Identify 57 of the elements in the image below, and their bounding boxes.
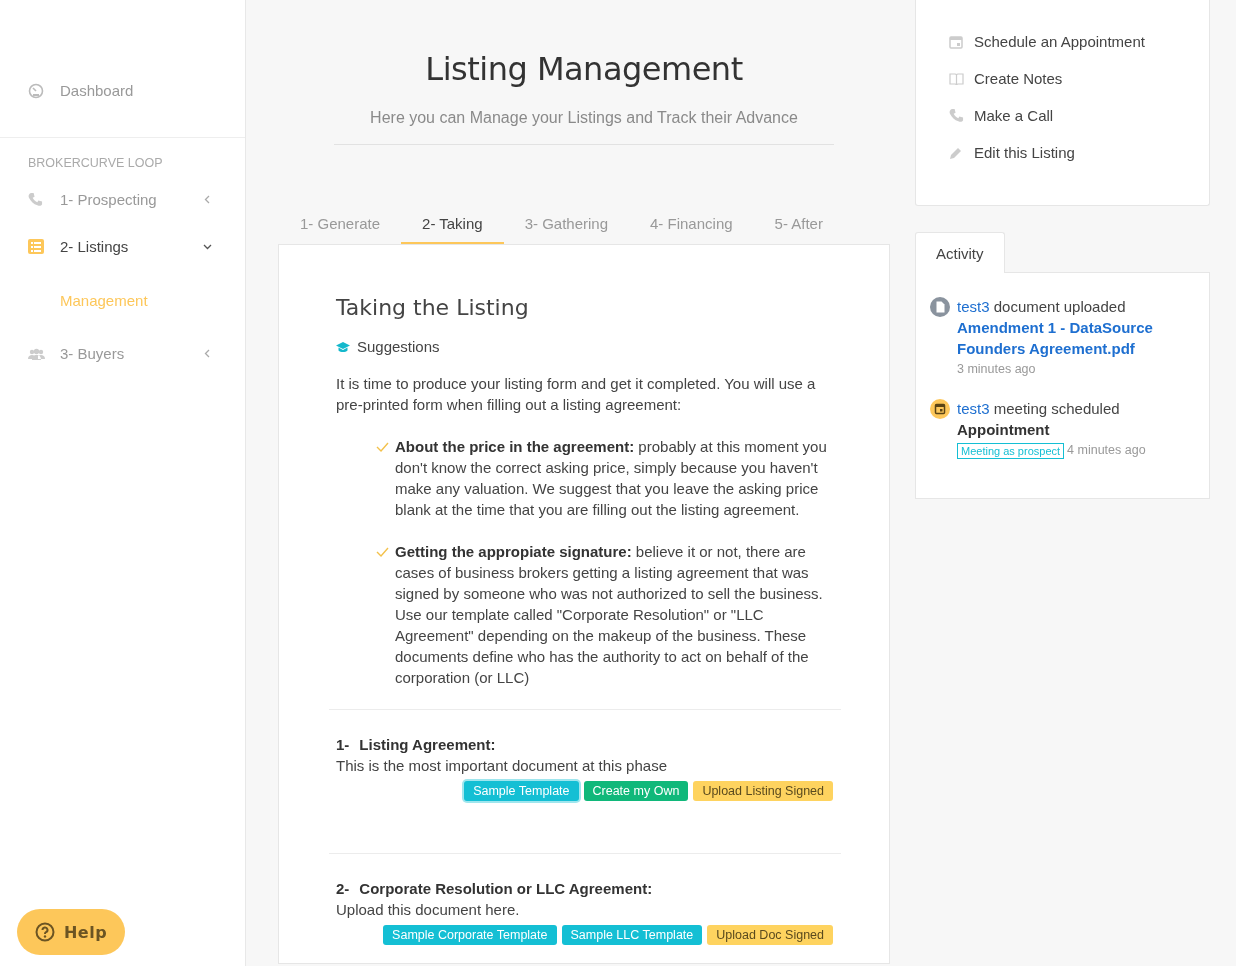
activity-subject: Appointment: [957, 420, 1051, 440]
timestamp: 3 minutes ago: [957, 361, 1036, 378]
book-icon: [949, 72, 964, 85]
document-number: 2-: [336, 879, 350, 899]
check-icon: [376, 547, 389, 557]
calendar-icon: [949, 34, 963, 49]
action-link[interactable]: Schedule an Appointment: [949, 23, 1145, 60]
list-icon: [28, 239, 44, 254]
suggestions-label: Suggestions: [357, 337, 440, 357]
activity-tab[interactable]: Activity: [915, 232, 1005, 273]
page-subtitle: Here you can Manage your Listings and Track their Advance: [370, 109, 798, 127]
chevron-left-icon: [204, 195, 210, 204]
sidebar-item[interactable]: 1- Prospecting: [0, 176, 245, 223]
section-title: BROKERCURVE LOOP: [28, 155, 163, 170]
document-icon: [930, 297, 950, 317]
help-button[interactable]: Help: [17, 909, 125, 955]
user-link[interactable]: test3: [957, 400, 990, 417]
action-link[interactable]: Make a Call: [949, 97, 1054, 134]
step-tab[interactable]: 5- After: [753, 205, 844, 244]
document-title: Listing Agreement:: [359, 735, 496, 755]
user-link[interactable]: test3: [957, 298, 990, 315]
step-tab[interactable]: 1- Generate: [279, 205, 402, 244]
sidebar-item[interactable]: 3- Buyers: [0, 330, 245, 377]
activity-text: document uploaded: [993, 298, 1126, 315]
tip-text: About the price in the agreement: probably at this moment you don't know the correct asking price, simply because you haven't make any valuation. We suggest that you leave the asking price blank at the time that you are filling out the listing agreement.: [395, 437, 828, 520]
section-heading: Taking the Listing: [336, 297, 530, 318]
pencil-icon: [949, 145, 963, 160]
gauge-icon: [28, 82, 44, 99]
document-link[interactable]: Amendment 1 - DataSource Founders Agreement.pdf: [957, 317, 1157, 359]
tag: Meeting as prospect: [957, 442, 1065, 459]
template-button[interactable]: Create my Own: [583, 781, 689, 801]
page-title: Listing Management: [425, 50, 743, 88]
sidebar-item[interactable]: 2- Listings: [0, 223, 245, 270]
upload-button[interactable]: Upload Listing Signed: [693, 781, 833, 801]
intro-text: It is time to produce your listing form and get it completed. You will use a pre-printed form when filling out a listing agreement:: [336, 374, 817, 415]
sidebar-item[interactable]: Dashboard: [0, 67, 245, 138]
users-icon: [28, 347, 45, 360]
document-description: This is the most important document at this phase: [336, 756, 668, 776]
timestamp: 4 minutes ago: [1067, 442, 1146, 459]
calendar-icon: [930, 399, 950, 419]
chevron-down-icon: [202, 243, 212, 250]
document-description: Upload this document here.: [336, 900, 521, 920]
tip-text: Getting the appropiate signature: believe it or not, there are cases of business brokers getting a listing agreement that was signed by someone who was not authorized to sell the business. Use our template called "Corporate Resolution" or "LLC Agreement" depending on the makeup of the business. These documents define who has the authority to act on behalf of the corporation (or LLC): [395, 542, 824, 688]
action-link[interactable]: Edit this Listing: [949, 134, 1075, 171]
question-icon: [34, 922, 55, 942]
step-tab[interactable]: 4- Financing: [629, 205, 754, 244]
phone-icon: [28, 192, 43, 207]
check-icon: [376, 442, 389, 452]
graduation-cap-icon: [336, 340, 350, 353]
action-link[interactable]: Create Notes: [949, 60, 1063, 97]
document-number: 1-: [336, 735, 350, 755]
upload-button[interactable]: Upload Doc Signed: [707, 925, 833, 945]
document-title: Corporate Resolution or LLC Agreement:: [359, 879, 653, 899]
activity-text: meeting scheduled: [993, 400, 1120, 417]
chevron-left-icon: [204, 349, 210, 358]
step-tab[interactable]: 3- Gathering: [503, 205, 630, 244]
phone-icon: [949, 108, 964, 123]
